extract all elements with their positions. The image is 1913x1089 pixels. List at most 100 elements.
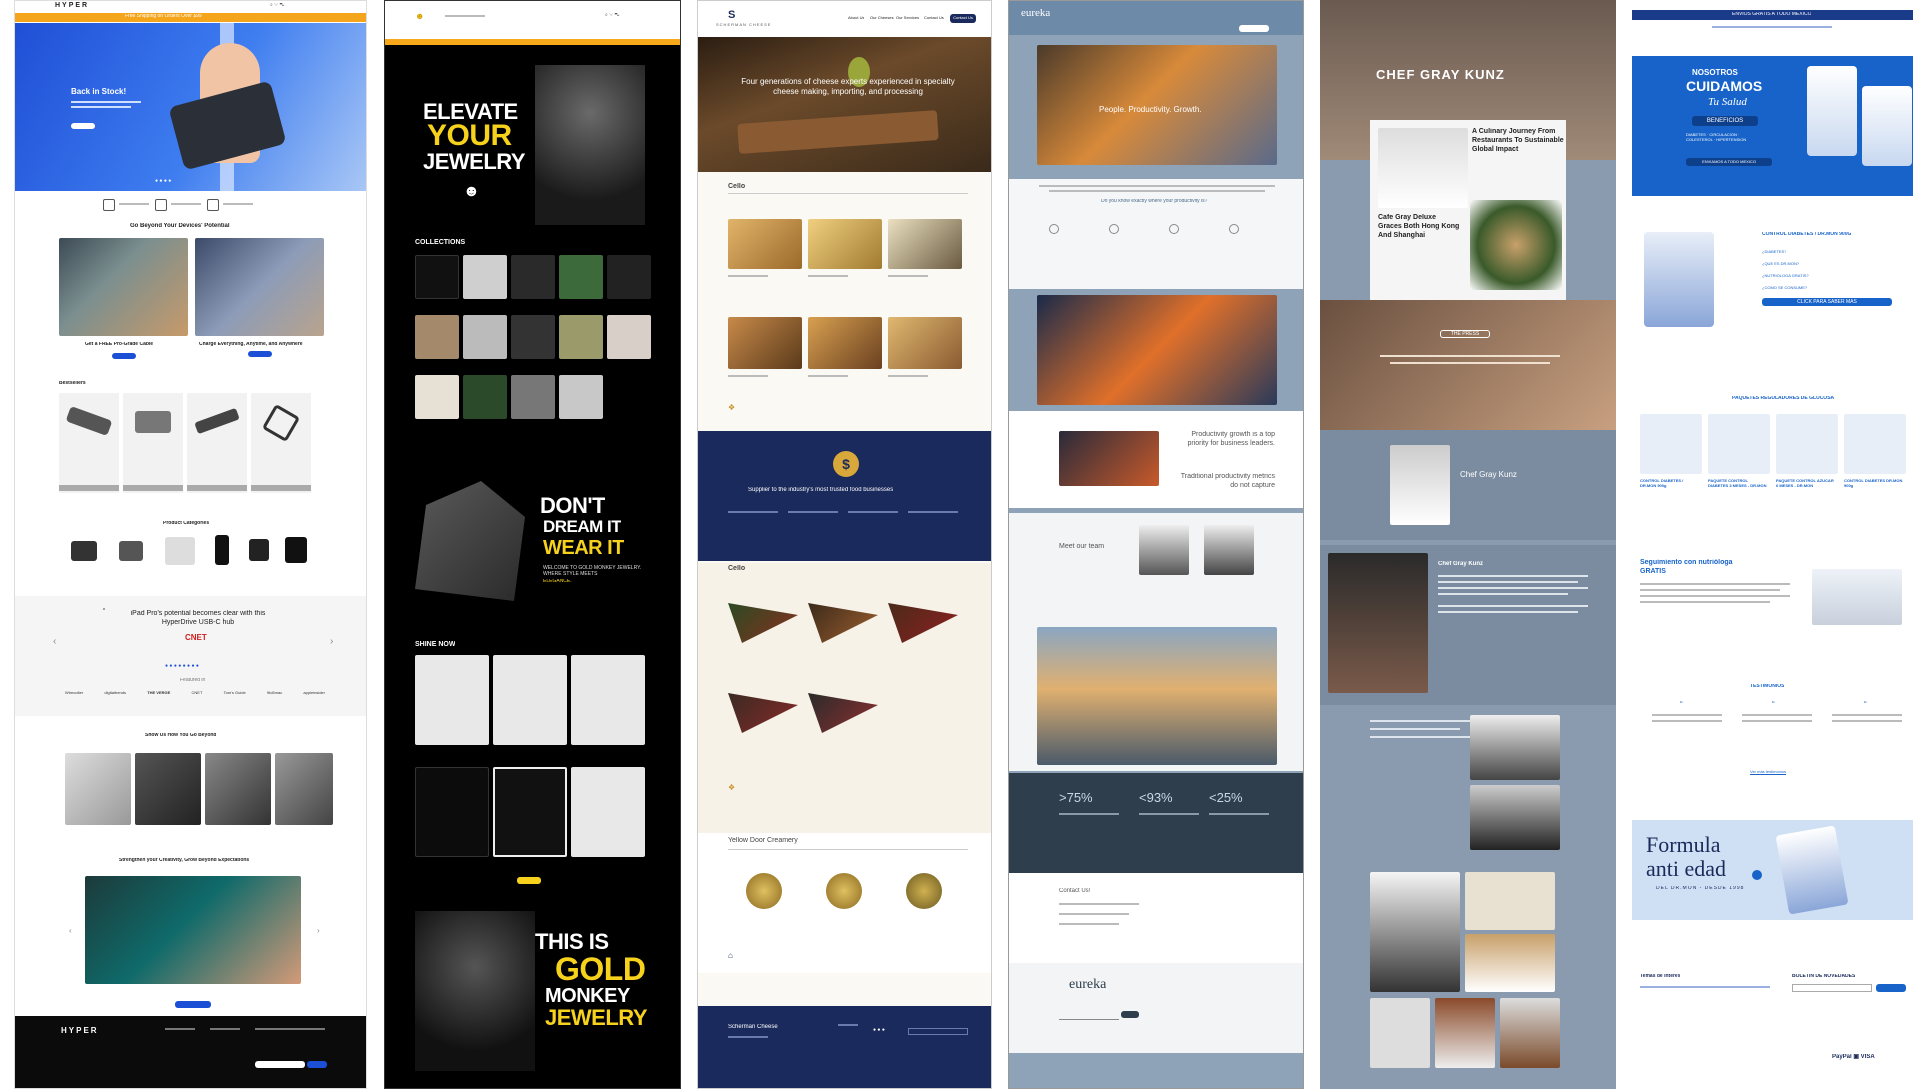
- wedge-photo[interactable]: [888, 603, 958, 643]
- prev-arrow-icon[interactable]: ‹: [53, 636, 56, 648]
- contact-button[interactable]: Contact Us: [950, 14, 976, 23]
- nav-item[interactable]: Contact Us: [924, 16, 944, 21]
- gm-cart-icon[interactable]: ⌕ ♡ ⛍: [605, 13, 620, 19]
- faq-item[interactable]: ¿DIABETES?: [1762, 250, 1786, 255]
- footer-submit-button[interactable]: [1121, 1011, 1139, 1018]
- gallery-photo[interactable]: [1435, 998, 1495, 1068]
- card1-button[interactable]: [112, 353, 136, 359]
- product-tile[interactable]: [415, 767, 489, 857]
- package-name[interactable]: PAQUETE CONTROL AZUCAR 6 MESES - DR.MON: [1776, 478, 1836, 488]
- package-photo[interactable]: [1708, 414, 1770, 474]
- gallery-photo[interactable]: [1370, 998, 1430, 1068]
- collection-tile[interactable]: [463, 315, 507, 359]
- nav-item[interactable]: About Us: [848, 16, 864, 21]
- category-dock-icon[interactable]: [119, 541, 143, 561]
- package-photo[interactable]: [1640, 414, 1702, 474]
- shine-shop-button[interactable]: [517, 877, 541, 884]
- social-icons[interactable]: ● ● ●: [873, 1028, 885, 1034]
- nav-item[interactable]: Our Services: [896, 16, 919, 21]
- wedge-photo[interactable]: [808, 693, 878, 733]
- gallery-photo[interactable]: [1370, 872, 1460, 992]
- cheese-photo[interactable]: [728, 219, 802, 269]
- category-mount-icon[interactable]: [285, 537, 307, 563]
- cheese-photo[interactable]: [808, 219, 882, 269]
- newsletter-input[interactable]: [255, 1061, 305, 1068]
- product-tile[interactable]: [493, 767, 567, 857]
- product-tile[interactable]: [571, 767, 645, 857]
- collection-tile[interactable]: [559, 315, 603, 359]
- card2-button[interactable]: [248, 351, 272, 357]
- product-card[interactable]: [251, 393, 311, 493]
- cheese-photo[interactable]: [728, 317, 802, 369]
- package-name[interactable]: PAQUETE CONTROL DIABETES 3 MESES - DR.MO…: [1708, 478, 1768, 488]
- package-name[interactable]: CONTROL DIABETES / DR.MON 900g: [1640, 478, 1700, 488]
- wheel-photo[interactable]: [746, 873, 782, 909]
- gallery-photo[interactable]: [1465, 934, 1555, 992]
- category-charger-icon[interactable]: [165, 537, 195, 565]
- newsletter-input[interactable]: [1792, 984, 1872, 992]
- wedge-photo[interactable]: [728, 603, 798, 643]
- ship-button[interactable]: ENVIAMOS A TODO MEXICO: [1686, 158, 1772, 166]
- benefits-button[interactable]: BENEFICIOS: [1692, 116, 1758, 126]
- collection-tile[interactable]: [511, 255, 555, 299]
- faq-item[interactable]: ¿QUE ES DR.MON?: [1762, 262, 1799, 267]
- product-card[interactable]: [59, 393, 119, 493]
- cheese-photo[interactable]: [888, 219, 962, 269]
- newsletter-submit[interactable]: [307, 1061, 327, 1068]
- collection-tile[interactable]: [607, 255, 651, 299]
- category-cable-icon[interactable]: [249, 539, 269, 561]
- more-testimonials-link[interactable]: Ver más testimonios: [1750, 770, 1786, 775]
- package-name[interactable]: CONTROL DIABETES DR.MON 900g: [1844, 478, 1904, 488]
- next-arrow-icon[interactable]: ›: [330, 636, 333, 648]
- nav-item[interactable]: Our Cheeses: [870, 16, 894, 21]
- collection-tile[interactable]: [559, 255, 603, 299]
- collection-tile[interactable]: [463, 255, 507, 299]
- product-tile[interactable]: [493, 655, 567, 745]
- play-icon[interactable]: [1752, 870, 1762, 880]
- collection-tile[interactable]: [463, 375, 507, 419]
- ugc-photo[interactable]: [135, 753, 201, 825]
- strengthen-button[interactable]: [175, 1001, 211, 1008]
- ugc-photo[interactable]: [275, 753, 333, 825]
- newsletter-submit[interactable]: [1876, 984, 1906, 992]
- footer-email-input[interactable]: [1059, 1013, 1119, 1020]
- hyper-logo[interactable]: HYPER: [55, 2, 89, 10]
- wheel-photo[interactable]: [906, 873, 942, 909]
- package-photo[interactable]: [1844, 414, 1906, 474]
- team-member-photo[interactable]: [1139, 525, 1189, 575]
- product-card[interactable]: [123, 393, 183, 493]
- team-member-photo[interactable]: [1204, 525, 1254, 575]
- prev-arrow-icon[interactable]: ‹: [69, 926, 72, 935]
- wedge-photo[interactable]: [808, 603, 878, 643]
- ugc-photo[interactable]: [65, 753, 131, 825]
- collection-tile[interactable]: [415, 375, 459, 419]
- wheel-photo[interactable]: [826, 873, 862, 909]
- hero-shop-button[interactable]: [71, 123, 95, 129]
- eureka-logo[interactable]: eureka: [1021, 7, 1050, 20]
- faq-item[interactable]: ¿COMO SE CONSUME?: [1762, 286, 1807, 291]
- press-button[interactable]: THE PRESS: [1440, 330, 1490, 338]
- quote-dots[interactable]: ● ● ● ● ● ● ● ●: [165, 664, 199, 670]
- sc-logo-icon[interactable]: S: [728, 9, 735, 22]
- collection-tile[interactable]: [415, 255, 459, 299]
- gallery-photo[interactable]: [1465, 872, 1555, 930]
- gallery-photo[interactable]: [1500, 998, 1560, 1068]
- collection-tile[interactable]: [511, 315, 555, 359]
- product-card[interactable]: [187, 393, 247, 493]
- product-tile[interactable]: [571, 655, 645, 745]
- faq-item[interactable]: ¿NUTRIOLOGA GRATIS?: [1762, 274, 1809, 279]
- footer-search-input[interactable]: [908, 1028, 968, 1035]
- control-product-photo[interactable]: [1644, 232, 1714, 327]
- saber-mas-button[interactable]: CLICK PARA SABER MAS: [1762, 298, 1892, 306]
- footer-logo[interactable]: eureka: [1069, 977, 1106, 993]
- eureka-cta-button[interactable]: [1239, 25, 1269, 32]
- hero-dots[interactable]: ● ● ● ●: [155, 178, 195, 184]
- wedge-photo[interactable]: [728, 693, 798, 733]
- cheese-photo[interactable]: [808, 317, 882, 369]
- gm-logo-icon[interactable]: ☻: [415, 11, 424, 21]
- ugc-photo[interactable]: [205, 753, 271, 825]
- collection-tile[interactable]: [511, 375, 555, 419]
- package-photo[interactable]: [1776, 414, 1838, 474]
- hyper-cart-icon[interactable]: ⌕ ♡ ⛍: [270, 3, 285, 9]
- collection-tile[interactable]: [559, 375, 603, 419]
